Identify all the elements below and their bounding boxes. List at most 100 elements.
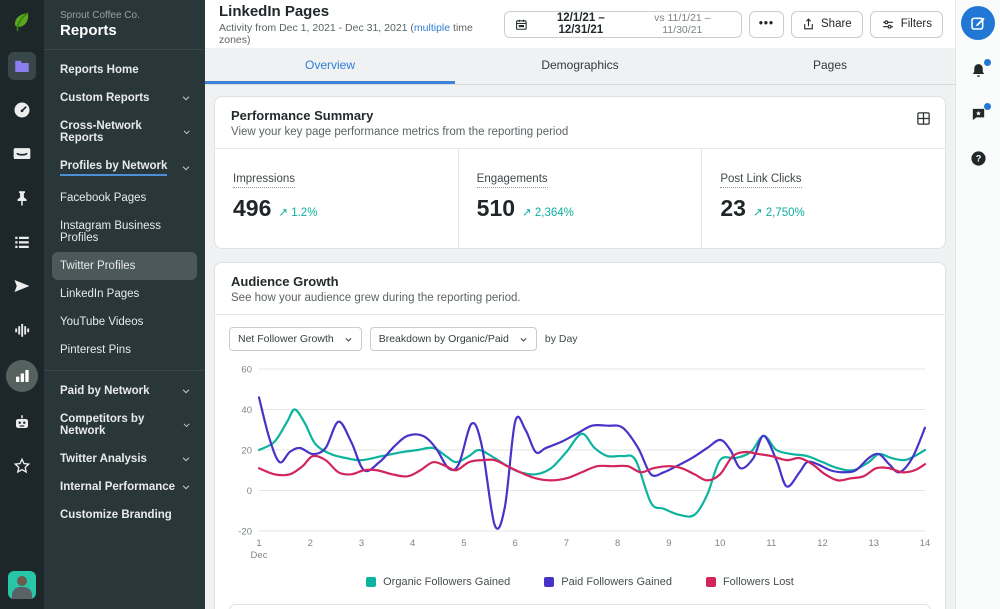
star-icon[interactable] — [8, 452, 36, 480]
svg-text:1: 1 — [256, 538, 261, 549]
svg-text:10: 10 — [715, 538, 726, 549]
metric-select[interactable]: Net Follower Growth — [229, 327, 362, 351]
chevron-down-icon — [181, 386, 191, 396]
trend-up-icon: ↗ — [753, 207, 763, 219]
metric-label[interactable]: Impressions — [233, 173, 295, 188]
svg-text:5: 5 — [461, 538, 466, 549]
sidebar-item-internal-performance[interactable]: Internal Performance — [44, 473, 205, 501]
chart-legend: Organic Followers Gained Paid Followers … — [215, 568, 945, 598]
svg-text:0: 0 — [247, 486, 252, 497]
help-icon[interactable]: ? — [970, 150, 987, 172]
paper-plane-icon[interactable] — [8, 272, 36, 300]
svg-text:6: 6 — [513, 538, 518, 549]
sidebar-item-facebook-pages[interactable]: Facebook Pages — [44, 184, 205, 212]
audience-metrics-table: Audience Metrics Totals % Change followe… — [229, 604, 931, 609]
sidebar-item-youtube-videos[interactable]: YouTube Videos — [44, 308, 205, 336]
audience-growth-subtitle: See how your audience grew during the re… — [231, 292, 929, 304]
metric-label[interactable]: Engagements — [477, 173, 548, 188]
bot-icon[interactable] — [8, 408, 36, 436]
svg-text:8: 8 — [615, 538, 620, 549]
line-chart[interactable]: 6040200-201234567891011121314Dec — [229, 361, 933, 563]
multiple-time-zones-link[interactable]: multiple — [414, 22, 450, 34]
analytics-bar-chart-icon[interactable] — [6, 360, 38, 392]
svg-text:60: 60 — [241, 365, 252, 376]
tab-pages[interactable]: Pages — [705, 48, 955, 84]
chevron-down-icon — [181, 454, 191, 464]
report-header: LinkedIn Pages Activity from Dec 1, 2021… — [205, 0, 955, 48]
more-options-button[interactable]: ••• — [749, 11, 784, 38]
company-name: Sprout Coffee Co. — [44, 8, 205, 22]
compose-button[interactable] — [961, 6, 995, 40]
sidebar-item-customize-branding[interactable]: Customize Branding — [44, 501, 205, 529]
user-avatar[interactable] — [8, 571, 36, 599]
list-icon[interactable] — [8, 228, 36, 256]
chevron-down-icon — [519, 335, 528, 344]
dashboard-gauge-icon[interactable] — [8, 96, 36, 124]
svg-text:14: 14 — [920, 538, 931, 549]
by-day-label: by Day — [545, 333, 578, 345]
date-range-value: 12/1/21 – 12/31/21 — [534, 12, 628, 36]
legend-paid-followers-gained[interactable]: Paid Followers Gained — [544, 576, 672, 588]
performance-summary-title: Performance Summary — [231, 108, 929, 123]
sidebar-item-twitter-analysis[interactable]: Twitter Analysis — [44, 445, 205, 473]
audience-growth-card: Audience Growth See how your audience gr… — [214, 262, 946, 609]
metric-change: ↗ 2,364% — [522, 205, 574, 219]
table-view-icon[interactable] — [916, 111, 931, 126]
legend-organic-followers-gained[interactable]: Organic Followers Gained — [366, 576, 510, 588]
compose-icon — [970, 15, 986, 31]
date-range-button[interactable]: 12/1/21 – 12/31/21 vs 11/1/21 – 11/30/21 — [504, 11, 742, 38]
performance-summary-card: Performance Summary View your key page p… — [214, 96, 946, 249]
legend-swatch — [706, 577, 716, 587]
report-tabs: Overview Demographics Pages — [205, 48, 955, 85]
svg-text:?: ? — [975, 154, 981, 164]
chevron-down-icon — [181, 93, 191, 103]
metric-value: 23 — [720, 195, 746, 222]
metric-label[interactable]: Post Link Clicks — [720, 173, 801, 188]
svg-text:40: 40 — [241, 405, 252, 416]
inbox-icon[interactable] — [8, 140, 36, 168]
sidebar-item-pinterest-pins[interactable]: Pinterest Pins — [44, 336, 205, 364]
svg-text:9: 9 — [666, 538, 671, 549]
sidebar-item-profiles-by-network[interactable]: Profiles by Network — [44, 152, 205, 184]
sidebar-item-competitors-by-network[interactable]: Competitors by Network — [44, 405, 205, 445]
svg-text:20: 20 — [241, 446, 252, 457]
svg-text:-20: -20 — [238, 527, 252, 538]
sidebar-item-custom-reports[interactable]: Custom Reports — [44, 84, 205, 112]
app-window: Sprout Coffee Co. Reports Reports Home C… — [0, 0, 1000, 609]
metric-engagements: Engagements 510 ↗ 2,364% — [459, 149, 703, 248]
notification-dot — [984, 103, 991, 110]
waveform-icon[interactable] — [8, 316, 36, 344]
sprout-logo-icon[interactable] — [8, 8, 36, 36]
trend-up-icon: ↗ — [522, 207, 532, 219]
reports-folder-icon[interactable] — [8, 52, 36, 80]
notifications-bell-icon[interactable] — [970, 62, 987, 84]
date-compare-value: vs 11/1/21 – 11/30/21 — [634, 12, 731, 36]
share-icon — [802, 18, 815, 31]
tab-overview[interactable]: Overview — [205, 48, 455, 84]
table-header-row: Audience Metrics Totals % Change — [230, 605, 930, 609]
metric-post-link-clicks: Post Link Clicks 23↗ 2,750% — [702, 149, 945, 248]
filters-button[interactable]: Filters — [870, 11, 943, 38]
sidebar-divider — [44, 370, 205, 371]
metric-change: ↗ 1.2% — [278, 205, 317, 219]
legend-followers-lost[interactable]: Followers Lost — [706, 576, 794, 588]
sidebar-item-twitter-profiles[interactable]: Twitter Profiles — [52, 252, 197, 280]
sidebar-item-linkedin-pages[interactable]: LinkedIn Pages — [44, 280, 205, 308]
audience-growth-chart: 6040200-201234567891011121314Dec — [215, 355, 945, 568]
sidebar-item-cross-network-reports[interactable]: Cross-Network Reports — [44, 112, 205, 152]
legend-swatch — [544, 577, 554, 587]
sidebar-item-paid-by-network[interactable]: Paid by Network — [44, 377, 205, 405]
metric-value: 496 — [233, 195, 271, 222]
breakdown-select[interactable]: Breakdown by Organic/Paid — [370, 327, 537, 351]
sidebar-item-reports-home[interactable]: Reports Home — [44, 56, 205, 84]
sidebar-item-instagram-business-profiles[interactable]: Instagram Business Profiles — [44, 212, 205, 252]
tab-demographics[interactable]: Demographics — [455, 48, 705, 84]
metric-value: 510 — [477, 195, 515, 222]
chart-controls: Net Follower Growth Breakdown by Organic… — [215, 314, 945, 355]
feedback-icon[interactable] — [970, 106, 987, 128]
svg-text:3: 3 — [359, 538, 364, 549]
share-button[interactable]: Share — [791, 11, 863, 38]
metric-impressions: Impressions 496 ↗ 1.2% — [215, 149, 459, 248]
svg-text:11: 11 — [766, 538, 776, 549]
pin-icon[interactable] — [8, 184, 36, 212]
